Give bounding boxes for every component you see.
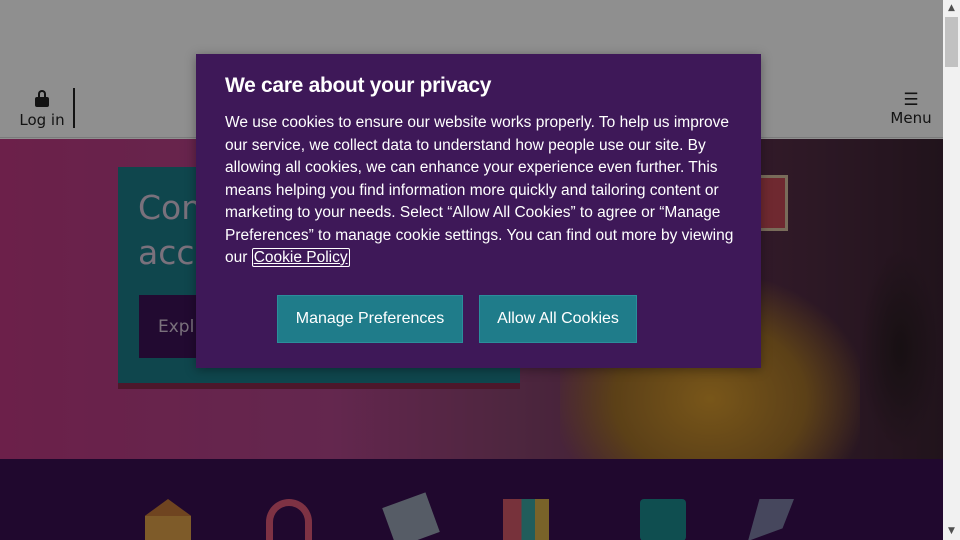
scrollbar-thumb[interactable] — [945, 17, 958, 67]
cookie-dialog-body: We use cookies to ensure our website wor… — [225, 112, 737, 270]
scrollbar[interactable]: ▲ ▼ — [943, 0, 960, 540]
allow-all-cookies-button[interactable]: Allow All Cookies — [479, 295, 637, 343]
cookie-dialog-title: We care about your privacy — [225, 74, 492, 97]
cookie-consent-dialog: We care about your privacy We use cookie… — [196, 54, 761, 368]
cookie-policy-link[interactable]: Cookie Policy — [251, 248, 350, 267]
scroll-up-arrow-icon[interactable]: ▲ — [943, 0, 960, 17]
manage-preferences-button[interactable]: Manage Preferences — [277, 295, 463, 343]
scroll-down-arrow-icon[interactable]: ▼ — [943, 523, 960, 540]
cookie-dialog-text: We use cookies to ensure our website wor… — [225, 114, 734, 266]
